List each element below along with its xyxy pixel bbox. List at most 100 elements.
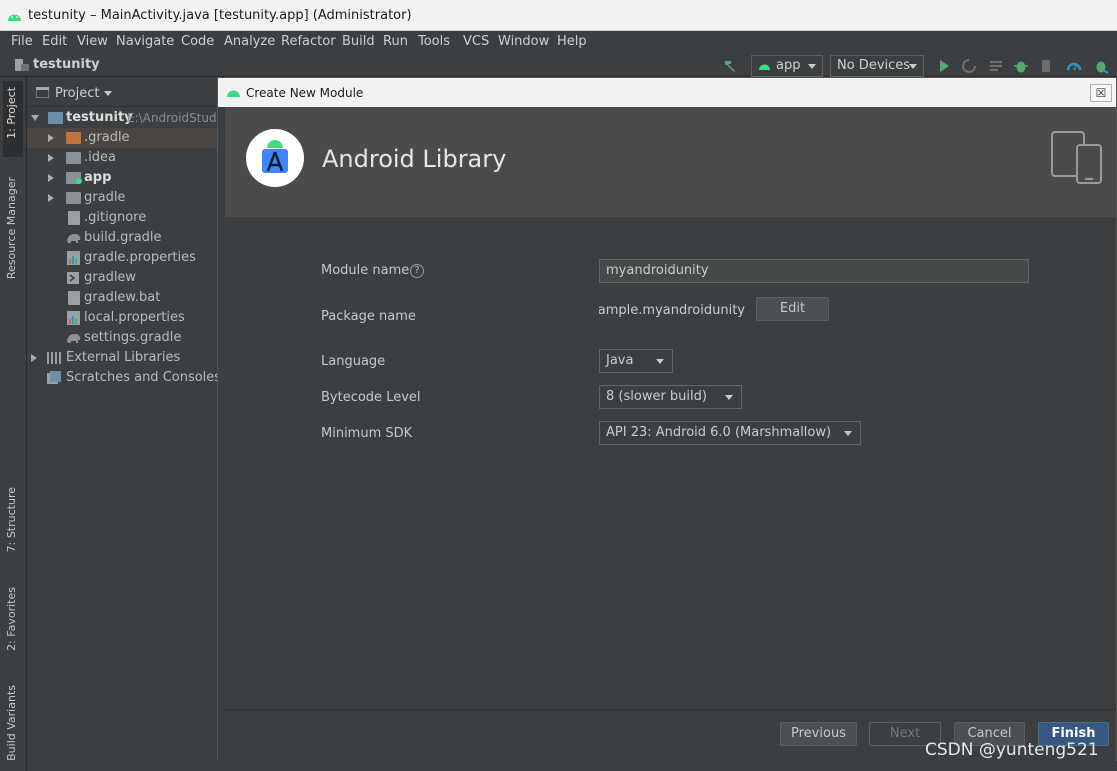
run-config-value: app: [776, 58, 801, 73]
properties-file-icon: [67, 251, 80, 265]
tree-item-gradlew-bat[interactable]: gradlew.bat: [27, 288, 217, 308]
tree-item-gradle-cache[interactable]: .gradle: [27, 128, 217, 148]
language-label: Language: [321, 354, 386, 369]
apply-changes-icon[interactable]: [961, 58, 977, 74]
tree-root-label: testunity: [66, 110, 133, 125]
attach-debugger-icon[interactable]: [1039, 58, 1055, 74]
properties-file-icon: [67, 311, 80, 325]
folder-icon: [66, 192, 81, 204]
menu-build[interactable]: Build: [342, 34, 375, 49]
tree-item-gradlew[interactable]: gradlew: [27, 268, 217, 288]
chevron-right-icon[interactable]: [48, 134, 54, 142]
folder-icon: [66, 152, 81, 164]
menu-help[interactable]: Help: [557, 34, 587, 49]
status-bar: [27, 761, 1117, 771]
menu-analyze[interactable]: Analyze: [224, 34, 275, 49]
tree-item-app[interactable]: app: [27, 168, 217, 188]
dialog-heading: Android Library: [322, 145, 507, 173]
left-tool-strip: 1: Project Resource Manager 7: Structure…: [0, 77, 27, 771]
sync-gradle-icon[interactable]: [1093, 58, 1109, 74]
run-config-select[interactable]: app: [751, 55, 823, 77]
module-name-label: Module name: [321, 263, 410, 278]
project-folder-icon: [15, 59, 29, 71]
chevron-down-icon[interactable]: [104, 91, 112, 96]
edit-package-button[interactable]: Edit: [756, 297, 829, 321]
menu-vcs[interactable]: VCS: [463, 34, 489, 49]
tree-root-path: E:\AndroidStud: [127, 111, 217, 125]
menu-run[interactable]: Run: [383, 34, 408, 49]
language-select[interactable]: Java: [599, 349, 673, 373]
device-form-factor-icon: [1051, 131, 1102, 184]
tab-resource-manager[interactable]: Resource Manager: [5, 177, 18, 279]
device-select[interactable]: No Devices: [830, 55, 924, 77]
chevron-right-icon[interactable]: [31, 354, 37, 362]
tree-item-idea[interactable]: .idea: [27, 148, 217, 168]
dialog-title: Create New Module: [246, 86, 364, 100]
profile-icon[interactable]: [1066, 58, 1082, 74]
tab-favorites[interactable]: 2: Favorites: [5, 587, 18, 651]
menu-refactor[interactable]: Refactor: [281, 34, 336, 49]
dialog-header: Android Library: [225, 107, 1116, 217]
menu-tools[interactable]: Tools: [418, 34, 450, 49]
minimum-sdk-select[interactable]: API 23: Android 6.0 (Marshmallow): [599, 421, 861, 445]
help-icon[interactable]: ?: [410, 264, 424, 278]
menu-window[interactable]: Window: [498, 34, 549, 49]
tree-item-label: build.gradle: [84, 230, 162, 245]
chevron-right-icon[interactable]: [48, 174, 54, 182]
menu-edit[interactable]: Edit: [42, 34, 67, 49]
chevron-down-icon: [909, 64, 917, 69]
android-module-badge-icon: [76, 178, 82, 184]
tree-item-build-gradle[interactable]: build.gradle: [27, 228, 217, 248]
menu-navigate[interactable]: Navigate: [116, 34, 174, 49]
dialog-title-bar: Create New Module ☒: [218, 78, 1116, 107]
breadcrumb-project[interactable]: testunity: [33, 57, 100, 72]
close-button[interactable]: ☒: [1090, 84, 1112, 102]
module-name-field[interactable]: myandroidunity: [599, 259, 1029, 283]
tree-item-external-libraries[interactable]: External Libraries: [27, 348, 217, 368]
minimum-sdk-label: Minimum SDK: [321, 426, 413, 441]
tree-item-local-properties[interactable]: local.properties: [27, 308, 217, 328]
tree-item-scratches[interactable]: Scratches and Consoles: [27, 368, 217, 388]
menu-view[interactable]: View: [77, 34, 108, 49]
tree-item-label: gradle: [84, 190, 126, 205]
tree-item-label: local.properties: [84, 310, 185, 325]
tree-item-label: gradle.properties: [84, 250, 196, 265]
tree-item-settings-gradle[interactable]: settings.gradle: [27, 328, 217, 348]
tree-item-gitignore[interactable]: .gitignore: [27, 208, 217, 228]
tree-item-label: .gradle: [84, 130, 130, 145]
menu-file[interactable]: File: [11, 34, 33, 49]
menu-bar: File Edit View Navigate Code Analyze Ref…: [0, 31, 1117, 53]
scratches-icon: [47, 371, 61, 384]
tab-project[interactable]: 1: Project: [5, 87, 18, 139]
previous-button[interactable]: Previous: [780, 722, 857, 746]
bytecode-level-select[interactable]: 8 (slower build): [599, 385, 742, 409]
shell-script-icon: [67, 272, 79, 284]
file-icon: [68, 291, 80, 305]
gradle-elephant-icon: [67, 334, 81, 343]
chevron-right-icon[interactable]: [48, 194, 54, 202]
apply-code-changes-icon[interactable]: [988, 58, 1004, 74]
chevron-right-icon[interactable]: [48, 154, 54, 162]
android-studio-icon: [8, 14, 21, 21]
project-view-selector[interactable]: Project: [55, 86, 99, 101]
gradle-elephant-icon: [67, 234, 81, 243]
chevron-down-icon[interactable]: [31, 115, 39, 121]
tab-structure[interactable]: 7: Structure: [5, 487, 18, 552]
run-icon[interactable]: [936, 58, 952, 74]
tree-item-gradle-properties[interactable]: gradle.properties: [27, 248, 217, 268]
bytecode-level-value: 8 (slower build): [606, 389, 707, 404]
android-icon: [759, 64, 770, 70]
libraries-icon: [47, 352, 61, 364]
tree-root[interactable]: testunity E:\AndroidStud: [27, 108, 217, 128]
tab-build-variants[interactable]: Build Variants: [5, 685, 18, 761]
tree-item-label: gradlew.bat: [84, 290, 161, 305]
menu-code[interactable]: Code: [181, 34, 214, 49]
package-name-value: xample.myandroidunity: [599, 303, 745, 318]
debug-icon[interactable]: [1013, 58, 1029, 74]
tree-item-gradle[interactable]: gradle: [27, 188, 217, 208]
tree-item-label: Scratches and Consoles: [66, 370, 217, 385]
chevron-down-icon: [808, 64, 816, 69]
minimum-sdk-value: API 23: Android 6.0 (Marshmallow): [606, 425, 832, 440]
watermark: CSDN @yunteng521: [925, 740, 1099, 760]
build-hammer-icon[interactable]: [722, 58, 738, 74]
